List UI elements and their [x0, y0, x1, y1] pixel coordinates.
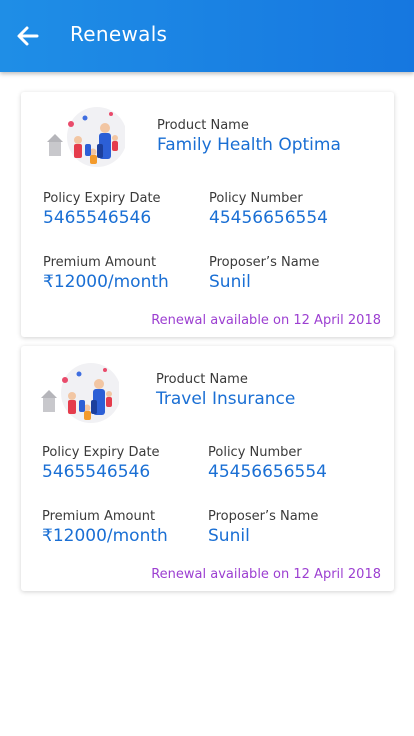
- policy-number-value: 45456656554: [209, 208, 328, 228]
- policy-expiry-label: Policy Expiry Date: [42, 445, 160, 460]
- proposer-name-label: Proposer’s Name: [209, 255, 320, 270]
- policy-expiry-value: 5465546546: [42, 462, 151, 482]
- policy-card[interactable]: Product Name Travel Insurance Policy Exp…: [21, 346, 394, 591]
- product-name-value: Travel Insurance: [156, 389, 296, 409]
- family-illustration-icon: [47, 107, 125, 167]
- renewal-note[interactable]: Renewal available on 12 April 2018: [151, 313, 381, 328]
- proposer-name-value: Sunil: [209, 272, 251, 292]
- proposer-name-label: Proposer’s Name: [208, 509, 319, 524]
- proposer-name-value: Sunil: [208, 526, 250, 546]
- policy-expiry-value: 5465546546: [43, 208, 152, 228]
- product-name-label: Product Name: [156, 372, 248, 387]
- policy-number-value: 45456656554: [208, 462, 327, 482]
- premium-amount-label: Premium Amount: [42, 509, 156, 524]
- product-name-label: Product Name: [157, 118, 249, 133]
- renewal-note[interactable]: Renewal available on 12 April 2018: [151, 567, 381, 582]
- premium-amount-value: ₹12000/month: [43, 272, 169, 292]
- family-illustration-icon: [41, 363, 119, 423]
- back-button[interactable]: [14, 22, 42, 50]
- policy-expiry-label: Policy Expiry Date: [43, 191, 161, 206]
- arrow-left-icon: [17, 26, 39, 46]
- premium-amount-label: Premium Amount: [43, 255, 157, 270]
- page-title: Renewals: [70, 22, 168, 46]
- policy-number-label: Policy Number: [209, 191, 303, 206]
- policy-card[interactable]: Product Name Family Health Optima Policy…: [21, 92, 394, 337]
- app-bar: Renewals: [0, 0, 414, 72]
- product-name-value: Family Health Optima: [157, 135, 341, 155]
- premium-amount-value: ₹12000/month: [42, 526, 168, 546]
- policy-number-label: Policy Number: [208, 445, 302, 460]
